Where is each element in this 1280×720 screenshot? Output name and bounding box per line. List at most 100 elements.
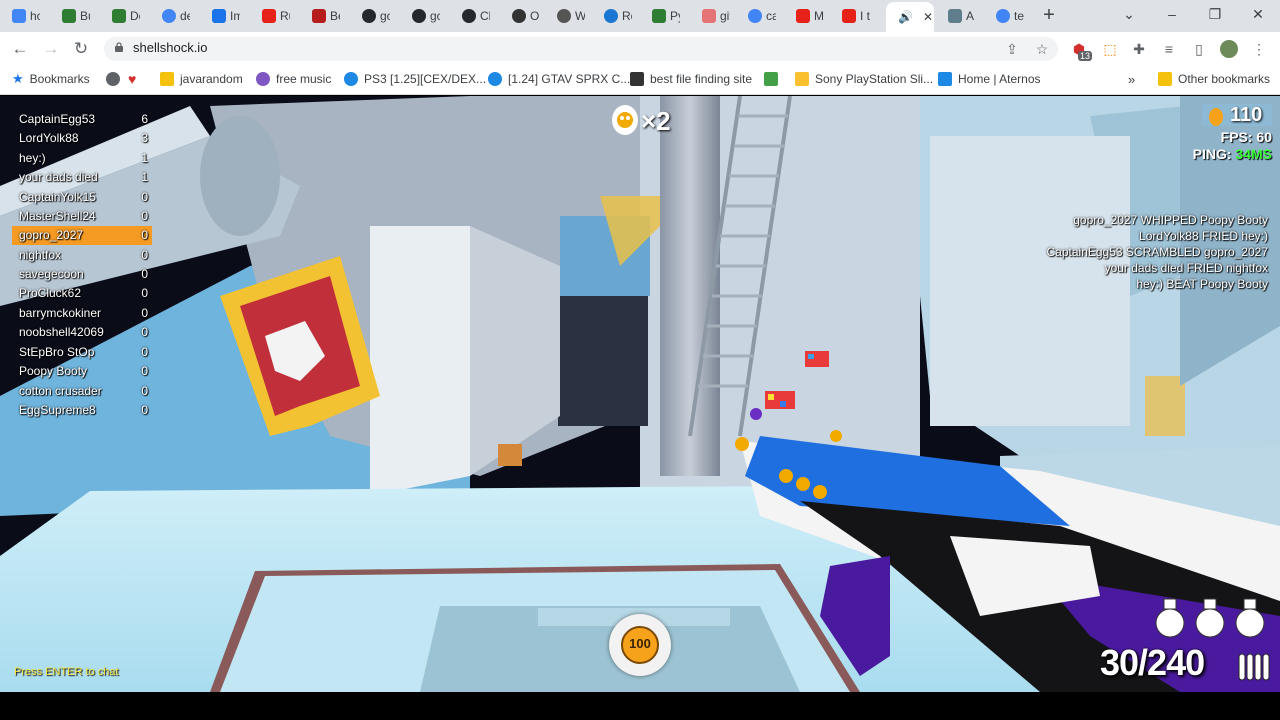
browser-tab[interactable]: Re <box>592 4 632 28</box>
puzzle-icon[interactable]: ✚ <box>1130 40 1148 58</box>
browser-tab[interactable]: Op <box>500 4 540 28</box>
google-icon <box>996 9 1010 23</box>
favicon-icon <box>630 72 644 86</box>
bookmark-item[interactable]: PS3 [1.25][CEX/DEX... <box>344 70 486 88</box>
tab-label: de <box>180 9 190 23</box>
youtube-icon <box>796 9 810 23</box>
browser-tab[interactable]: Dc <box>100 4 140 28</box>
tab-search-icon[interactable]: ⌄ <box>1114 6 1144 23</box>
speaker-icon: 🔊 <box>898 10 913 24</box>
tab-label: Be <box>330 9 340 23</box>
tab-label: A <box>966 9 975 23</box>
browser-tab[interactable]: Cl <box>450 4 490 28</box>
back-icon[interactable]: ← <box>9 38 31 60</box>
browser-tab[interactable]: de <box>150 4 190 28</box>
new-tab-button[interactable]: + <box>1038 5 1060 27</box>
browser-tab[interactable]: Be <box>300 4 340 28</box>
side-panel-icon[interactable]: ▯ <box>1190 40 1208 58</box>
player-name: your dads died <box>19 170 98 184</box>
bookmarks-overflow-icon[interactable]: » <box>1128 70 1135 88</box>
bookmark-label: Sony PlayStation Sli... <box>815 72 934 86</box>
scoreboard-row: nightfox 0 <box>12 246 152 265</box>
player-name: StEpBro StOp <box>19 345 95 359</box>
close-tab-icon[interactable]: ✕ <box>923 10 933 24</box>
kill-feed-entry: gopro_2027 WHIPPED Poopy Booty <box>1073 213 1268 227</box>
github-icon <box>362 9 376 23</box>
star-icon: ★ <box>12 71 24 86</box>
bookmark-label: Bookmarks <box>29 72 90 86</box>
maximize-icon[interactable]: ❐ <box>1200 6 1230 23</box>
scoreboard-row: StEpBro StOp 0 <box>12 343 152 362</box>
browser-tab[interactable]: ca <box>736 4 776 28</box>
player-score: 0 <box>141 325 148 339</box>
tab-label: M <box>814 9 824 23</box>
close-window-icon[interactable]: ✕ <box>1243 6 1273 23</box>
menu-icon[interactable]: ⋮ <box>1250 40 1268 58</box>
player-score: 0 <box>141 364 148 378</box>
lock-icon[interactable] <box>114 42 124 52</box>
google-icon <box>162 9 176 23</box>
scoreboard-row-self: gopro_2027 0 <box>12 226 152 245</box>
favicon-icon <box>312 9 326 23</box>
browser-tab[interactable]: Py <box>640 4 680 28</box>
player-name: nightfox <box>19 248 62 262</box>
globe-icon <box>557 9 571 23</box>
bookmark-item[interactable]: [1.24] GTAV SPRX C... <box>488 70 630 88</box>
bookmark-item[interactable]: free music <box>256 70 331 88</box>
browser-tab[interactable]: M <box>784 4 824 28</box>
reload-icon[interactable]: ↻ <box>70 38 92 60</box>
bookmark-item[interactable] <box>764 70 778 88</box>
browser-tab[interactable]: git <box>690 4 730 28</box>
player-name: gopro_2027 <box>19 228 84 242</box>
star-icon[interactable]: ☆ <box>1033 40 1051 58</box>
avatar[interactable] <box>1220 40 1238 58</box>
favicon-icon <box>12 9 26 23</box>
browser-tab[interactable]: te <box>984 4 1024 28</box>
tab-label: hc <box>30 9 40 23</box>
player-name: cotton crusader <box>19 384 102 398</box>
bookmark-label: best file finding site <box>650 72 753 86</box>
kill-feed-entry: hey:) BEAT Poopy Booty <box>1136 277 1268 291</box>
browser-tab[interactable]: I t <box>830 4 870 28</box>
bookmark-label: PS3 [1.25][CEX/DEX... <box>364 72 487 86</box>
bookmark-item[interactable]: javarandom <box>160 70 243 88</box>
bookmark-item[interactable]: Sony PlayStation Sli... <box>795 70 933 88</box>
fps-counter: FPS: 60 <box>1220 129 1272 145</box>
extension-icon[interactable]: ⬚ <box>1101 40 1119 58</box>
url-text[interactable]: shellshock.io <box>133 40 207 55</box>
browser-tab-active[interactable]: 🔊 ✕ <box>886 2 934 32</box>
player-score: 0 <box>141 403 148 417</box>
player-score: 0 <box>141 384 148 398</box>
forward-icon[interactable]: → <box>40 38 62 60</box>
share-icon[interactable]: ⇪ <box>1003 40 1021 58</box>
ammo-counter: 30/240 <box>1100 642 1205 683</box>
browser-tab[interactable]: gc <box>350 4 390 28</box>
browser-tab[interactable]: Ru <box>250 4 290 28</box>
bookmark-item[interactable]: ♥ <box>128 70 136 88</box>
tab-label: gc <box>380 9 390 23</box>
ping-value: 34MS <box>1235 146 1272 162</box>
browser-tab[interactable]: A <box>936 4 976 28</box>
minimize-icon[interactable]: – <box>1157 6 1187 22</box>
kill-streak: ×2 <box>641 106 671 136</box>
game-canvas[interactable] <box>0 96 1280 692</box>
bookmark-item[interactable] <box>106 70 120 88</box>
address-bar[interactable] <box>104 37 1058 61</box>
player-score: 1 <box>141 170 148 184</box>
player-score: 0 <box>141 286 148 300</box>
browser-tab[interactable]: Bu <box>50 4 90 28</box>
reading-list-icon[interactable]: ≡ <box>1160 40 1178 58</box>
browser-tab[interactable]: Im <box>200 4 240 28</box>
browser-tab[interactable]: hc <box>0 4 40 28</box>
player-score: 0 <box>141 267 148 281</box>
bookmark-item[interactable]: Home | Aternos <box>938 70 1041 88</box>
game-scene <box>0 96 1280 692</box>
bookmark-item[interactable]: ★ Bookmarks <box>12 70 90 88</box>
favicon-icon <box>488 72 502 86</box>
other-bookmarks[interactable]: Other bookmarks <box>1158 70 1270 88</box>
browser-tab[interactable]: gc <box>400 4 440 28</box>
bookmark-item[interactable]: best file finding site <box>630 70 752 88</box>
browser-tab[interactable]: W <box>545 4 585 28</box>
scoreboard-row: hey:) 1 <box>12 149 152 168</box>
player-name: CaptainEgg53 <box>19 112 96 126</box>
